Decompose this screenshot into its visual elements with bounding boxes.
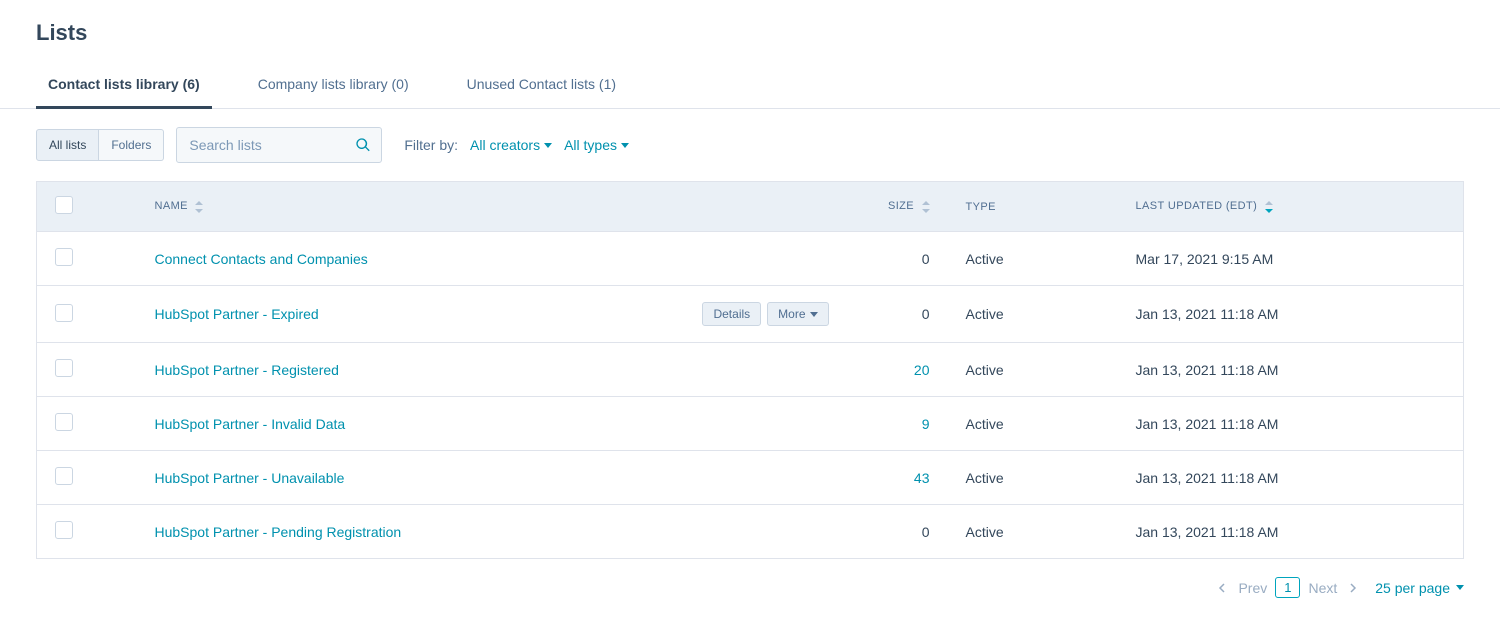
- caret-down-icon: [621, 143, 629, 148]
- caret-down-icon: [1456, 585, 1464, 590]
- select-all-checkbox[interactable]: [55, 196, 73, 214]
- type-value: Active: [954, 286, 1124, 343]
- view-toggle: All lists Folders: [36, 129, 164, 161]
- list-name-link[interactable]: Connect Contacts and Companies: [155, 251, 368, 267]
- table-row: HubSpot Partner - Expired Details More 0 Act…: [37, 286, 1464, 343]
- sort-icon: [195, 201, 203, 213]
- sort-icon: [1265, 201, 1273, 213]
- per-page-label: 25 per page: [1375, 580, 1450, 596]
- more-button[interactable]: More: [767, 302, 828, 326]
- list-name-link[interactable]: HubSpot Partner - Unavailable: [155, 470, 345, 486]
- pagination-next[interactable]: Next: [1308, 580, 1337, 596]
- size-value: 0: [922, 306, 930, 322]
- filter-creators-dropdown[interactable]: All creators: [470, 137, 552, 153]
- table-row: HubSpot Partner - Registered 20 ActiveJan …: [37, 343, 1464, 397]
- page-title: Lists: [36, 20, 1464, 46]
- filter-types-dropdown[interactable]: All types: [564, 137, 629, 153]
- column-header-size[interactable]: Size: [859, 182, 954, 232]
- list-name-link[interactable]: HubSpot Partner - Expired: [155, 306, 319, 322]
- list-name-link[interactable]: HubSpot Partner - Pending Registration: [155, 524, 402, 540]
- row-checkbox[interactable]: [55, 413, 73, 431]
- column-header-name-label: Name: [155, 200, 188, 212]
- column-header-last-updated[interactable]: Last Updated (EDT): [1124, 182, 1464, 232]
- type-value: Active: [954, 232, 1124, 286]
- list-name-link[interactable]: HubSpot Partner - Registered: [155, 362, 339, 378]
- last-updated-value: Jan 13, 2021 11:18 AM: [1124, 286, 1464, 343]
- search-input[interactable]: [189, 137, 355, 153]
- search-icon[interactable]: [355, 137, 371, 153]
- last-updated-value: Mar 17, 2021 9:15 AM: [1124, 232, 1464, 286]
- row-checkbox[interactable]: [55, 467, 73, 485]
- filter-types-label: All types: [564, 137, 617, 153]
- size-value[interactable]: 43: [914, 470, 930, 486]
- details-button[interactable]: Details: [702, 302, 761, 326]
- row-checkbox[interactable]: [55, 304, 73, 322]
- row-checkbox[interactable]: [55, 359, 73, 377]
- per-page-dropdown[interactable]: 25 per page: [1375, 580, 1464, 596]
- search-input-wrap: [176, 127, 382, 163]
- more-button-label: More: [778, 307, 805, 321]
- column-header-type[interactable]: Type: [954, 182, 1124, 232]
- tab-company-lists[interactable]: Company lists library (0): [246, 64, 421, 109]
- tabs: Contact lists library (6) Company lists …: [0, 64, 1500, 109]
- pagination-current-page[interactable]: 1: [1275, 577, 1300, 598]
- filter-by-label: Filter by:: [404, 137, 458, 153]
- pagination-prev[interactable]: Prev: [1238, 580, 1267, 596]
- column-header-size-label: Size: [888, 200, 914, 212]
- row-checkbox[interactable]: [55, 248, 73, 266]
- caret-down-icon: [810, 312, 818, 317]
- row-checkbox[interactable]: [55, 521, 73, 539]
- lists-table: Name Size Type Last Updated (EDT) Connec…: [36, 181, 1464, 559]
- filter-creators-label: All creators: [470, 137, 540, 153]
- caret-down-icon: [544, 143, 552, 148]
- column-header-type-label: Type: [966, 201, 996, 213]
- tab-contact-lists[interactable]: Contact lists library (6): [36, 64, 212, 109]
- table-row: HubSpot Partner - Unavailable 43 ActiveJan…: [37, 451, 1464, 505]
- list-name-link[interactable]: HubSpot Partner - Invalid Data: [155, 416, 346, 432]
- type-value: Active: [954, 343, 1124, 397]
- toolbar: All lists Folders Filter by: All creator…: [36, 109, 1464, 181]
- last-updated-value: Jan 13, 2021 11:18 AM: [1124, 397, 1464, 451]
- column-header-name[interactable]: Name: [91, 182, 859, 232]
- type-value: Active: [954, 451, 1124, 505]
- table-row: HubSpot Partner - Pending Registration 0 A…: [37, 505, 1464, 559]
- view-folders-button[interactable]: Folders: [99, 129, 164, 161]
- column-header-last-updated-label: Last Updated (EDT): [1136, 200, 1258, 212]
- last-updated-value: Jan 13, 2021 11:18 AM: [1124, 343, 1464, 397]
- size-value[interactable]: 20: [914, 362, 930, 378]
- last-updated-value: Jan 13, 2021 11:18 AM: [1124, 451, 1464, 505]
- view-all-lists-button[interactable]: All lists: [36, 129, 99, 161]
- type-value: Active: [954, 397, 1124, 451]
- tab-unused-lists[interactable]: Unused Contact lists (1): [455, 64, 628, 109]
- sort-icon: [922, 201, 930, 213]
- size-value[interactable]: 9: [922, 416, 930, 432]
- type-value: Active: [954, 505, 1124, 559]
- chevron-right-icon[interactable]: [1345, 580, 1361, 596]
- last-updated-value: Jan 13, 2021 11:18 AM: [1124, 505, 1464, 559]
- size-value: 0: [922, 251, 930, 267]
- chevron-left-icon[interactable]: [1214, 580, 1230, 596]
- size-value: 0: [922, 524, 930, 540]
- table-row: HubSpot Partner - Invalid Data 9 ActiveJan…: [37, 397, 1464, 451]
- table-row: Connect Contacts and Companies 0 ActiveMar…: [37, 232, 1464, 286]
